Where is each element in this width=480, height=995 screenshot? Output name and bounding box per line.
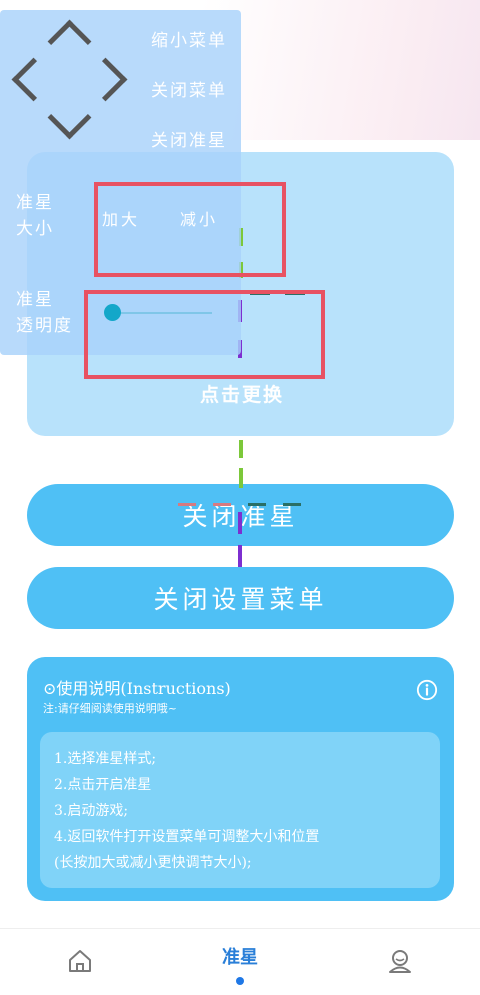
nav-active-dot [236, 977, 244, 985]
size-controls-highlight [94, 182, 286, 277]
profile-icon[interactable] [386, 947, 414, 975]
instruction-line: 3.启动游戏; [54, 803, 129, 819]
arrow-left-icon[interactable] [11, 57, 56, 102]
close-settings-menu-button[interactable]: 关闭设置菜单 [27, 567, 454, 629]
size-label-line: 准星 [16, 193, 54, 213]
close-menu-button[interactable]: 关闭菜单 [151, 76, 227, 101]
instructions-subtitle: 注:请仔细阅读使用说明哦~ [43, 702, 177, 715]
bottom-nav: 准星 [0, 928, 480, 995]
instructions-card: ⊙使用说明(Instructions) 注:请仔细阅读使用说明哦~ 1.选择准星… [27, 657, 454, 901]
info-icon[interactable] [416, 679, 438, 701]
crosshair-segment [238, 545, 242, 567]
arrow-up-icon[interactable] [47, 19, 92, 64]
overlay-close-crosshair-button[interactable]: 关闭准星 [151, 126, 227, 151]
crosshair-segment [238, 512, 242, 534]
crosshair-segment [178, 503, 196, 506]
size-label-line: 大小 [16, 219, 54, 239]
arrow-down-icon[interactable] [47, 95, 92, 140]
opacity-label-line: 透明度 [16, 316, 73, 336]
instruction-line: 1.选择准星样式; [54, 751, 157, 767]
instruction-line: 2.点击开启准星 [54, 777, 152, 793]
crosshair-segment [239, 468, 243, 488]
home-icon[interactable] [66, 947, 94, 975]
instruction-line: (长按加大或减小更快调节大小); [54, 855, 252, 871]
nav-tab-crosshair[interactable]: 准星 [210, 943, 270, 969]
shrink-menu-button[interactable]: 缩小菜单 [151, 26, 227, 51]
instruction-line: 4.返回软件打开设置菜单可调整大小和位置 [54, 829, 320, 845]
opacity-label: 准星 透明度 [16, 287, 73, 339]
crosshair-segment [213, 503, 231, 506]
crosshair-segment [248, 503, 266, 506]
crosshair-segment [283, 503, 301, 506]
arrow-right-icon[interactable] [83, 57, 128, 102]
opacity-label-line: 准星 [16, 290, 54, 310]
instructions-title: ⊙使用说明(Instructions) [43, 679, 231, 698]
instructions-body: 1.选择准星样式; 2.点击开启准星 3.启动游戏; 4.返回软件打开设置菜单可… [40, 732, 440, 888]
size-label: 准星 大小 [16, 190, 54, 242]
crosshair-segment [239, 440, 243, 458]
change-crosshair-label: 点击更换 [199, 384, 284, 406]
opacity-controls-highlight [84, 290, 325, 379]
